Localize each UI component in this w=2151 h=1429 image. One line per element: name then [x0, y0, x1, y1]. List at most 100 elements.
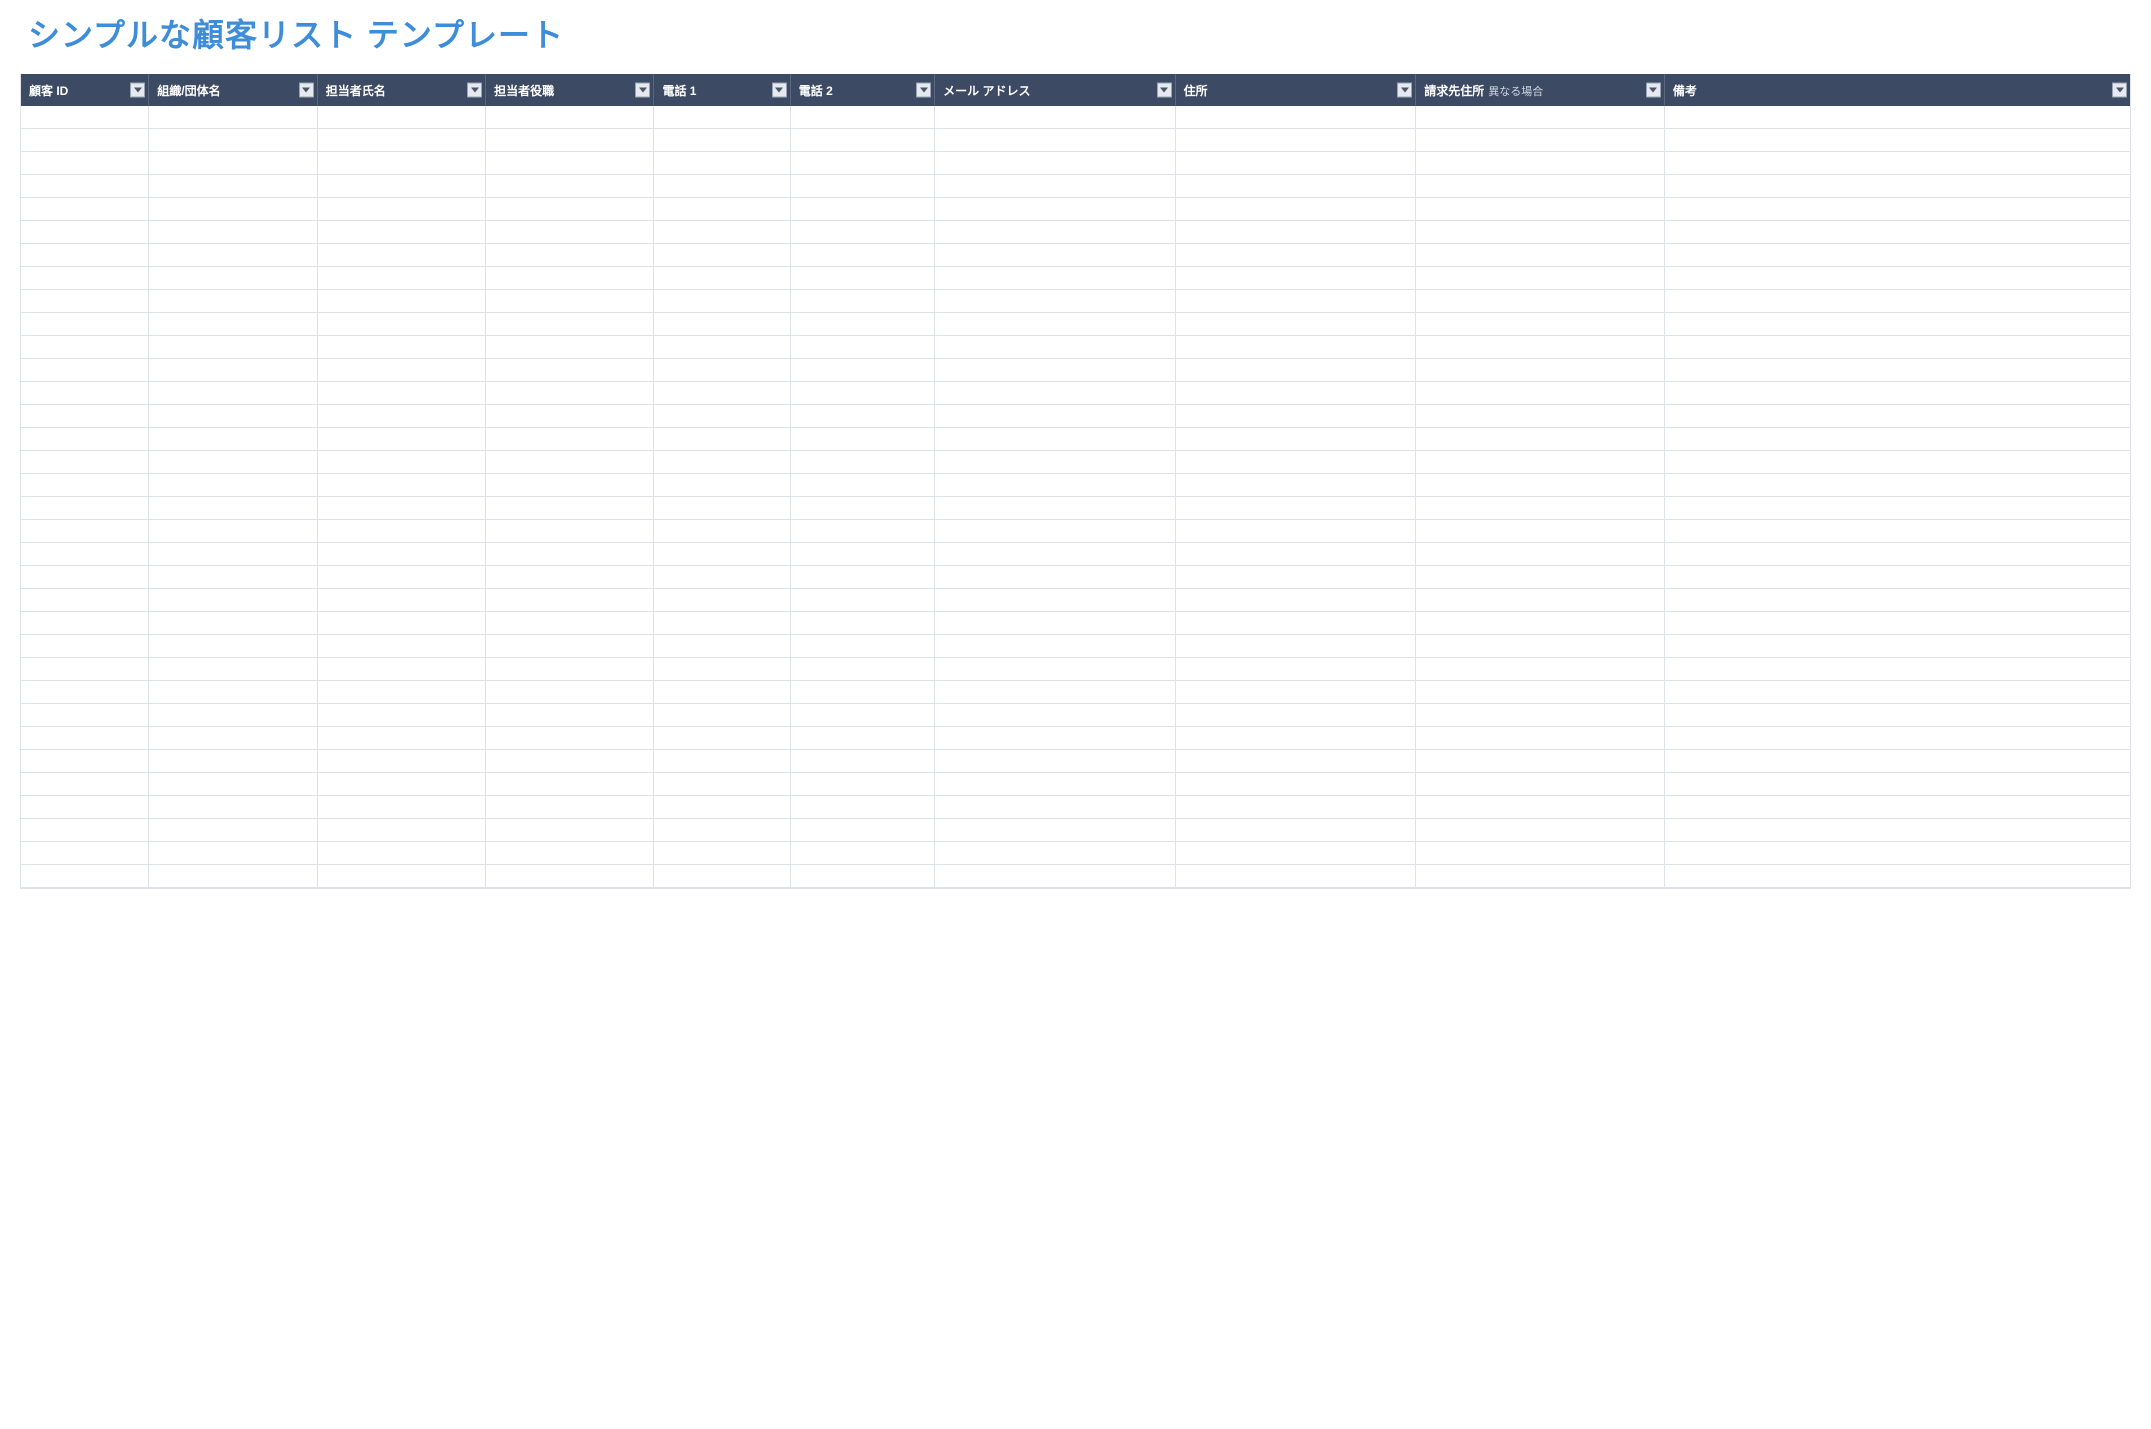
table-cell[interactable] [791, 474, 935, 497]
table-cell[interactable] [791, 566, 935, 589]
table-cell[interactable] [149, 796, 317, 819]
table-cell[interactable] [935, 336, 1176, 359]
table-cell[interactable] [1176, 543, 1417, 566]
table-cell[interactable] [1665, 796, 2130, 819]
table-cell[interactable] [21, 612, 149, 635]
table-cell[interactable] [21, 497, 149, 520]
table-cell[interactable] [21, 336, 149, 359]
table-cell[interactable] [791, 428, 935, 451]
table-cell[interactable] [318, 405, 486, 428]
table-cell[interactable] [654, 635, 790, 658]
table-cell[interactable] [318, 290, 486, 313]
table-cell[interactable] [935, 543, 1176, 566]
table-cell[interactable] [149, 681, 317, 704]
table-cell[interactable] [318, 842, 486, 865]
table-cell[interactable] [486, 336, 654, 359]
table-cell[interactable] [1416, 543, 1665, 566]
table-cell[interactable] [791, 221, 935, 244]
table-cell[interactable] [486, 727, 654, 750]
filter-dropdown-icon[interactable] [916, 83, 931, 98]
table-cell[interactable] [486, 796, 654, 819]
table-cell[interactable] [935, 474, 1176, 497]
filter-dropdown-icon[interactable] [1397, 83, 1412, 98]
table-cell[interactable] [1176, 635, 1417, 658]
table-cell[interactable] [1176, 589, 1417, 612]
table-cell[interactable] [935, 819, 1176, 842]
table-cell[interactable] [1665, 267, 2130, 290]
table-cell[interactable] [149, 106, 317, 129]
table-cell[interactable] [1416, 842, 1665, 865]
table-cell[interactable] [791, 244, 935, 267]
table-cell[interactable] [318, 451, 486, 474]
table-cell[interactable] [1176, 796, 1417, 819]
table-cell[interactable] [1665, 405, 2130, 428]
table-cell[interactable] [935, 566, 1176, 589]
table-cell[interactable] [935, 290, 1176, 313]
table-cell[interactable] [318, 198, 486, 221]
table-cell[interactable] [1665, 451, 2130, 474]
table-cell[interactable] [486, 175, 654, 198]
table-cell[interactable] [318, 359, 486, 382]
table-cell[interactable] [1176, 773, 1417, 796]
table-cell[interactable] [318, 658, 486, 681]
table-cell[interactable] [1176, 382, 1417, 405]
table-cell[interactable] [935, 359, 1176, 382]
table-cell[interactable] [935, 175, 1176, 198]
table-cell[interactable] [791, 267, 935, 290]
table-cell[interactable] [1665, 221, 2130, 244]
table-cell[interactable] [791, 865, 935, 888]
table-cell[interactable] [1176, 474, 1417, 497]
table-cell[interactable] [149, 727, 317, 750]
table-cell[interactable] [21, 221, 149, 244]
table-cell[interactable] [654, 267, 790, 290]
table-cell[interactable] [1176, 566, 1417, 589]
table-cell[interactable] [149, 244, 317, 267]
table-cell[interactable] [318, 865, 486, 888]
table-cell[interactable] [791, 106, 935, 129]
table-cell[interactable] [1416, 865, 1665, 888]
table-cell[interactable] [486, 451, 654, 474]
filter-dropdown-icon[interactable] [467, 83, 482, 98]
table-cell[interactable] [1665, 543, 2130, 566]
table-cell[interactable] [654, 382, 790, 405]
table-cell[interactable] [1416, 336, 1665, 359]
table-cell[interactable] [486, 681, 654, 704]
table-cell[interactable] [654, 520, 790, 543]
table-cell[interactable] [935, 704, 1176, 727]
table-cell[interactable] [1665, 842, 2130, 865]
table-cell[interactable] [149, 428, 317, 451]
table-cell[interactable] [1416, 635, 1665, 658]
table-cell[interactable] [318, 382, 486, 405]
table-cell[interactable] [1665, 198, 2130, 221]
table-cell[interactable] [935, 750, 1176, 773]
table-cell[interactable] [318, 221, 486, 244]
table-cell[interactable] [1416, 681, 1665, 704]
table-cell[interactable] [149, 865, 317, 888]
table-cell[interactable] [1176, 175, 1417, 198]
table-cell[interactable] [1665, 566, 2130, 589]
table-cell[interactable] [318, 520, 486, 543]
table-cell[interactable] [791, 681, 935, 704]
filter-dropdown-icon[interactable] [635, 83, 650, 98]
table-cell[interactable] [1416, 612, 1665, 635]
table-cell[interactable] [1416, 428, 1665, 451]
table-cell[interactable] [935, 635, 1176, 658]
table-cell[interactable] [654, 129, 790, 152]
table-cell[interactable] [1176, 681, 1417, 704]
table-cell[interactable] [654, 221, 790, 244]
table-cell[interactable] [791, 796, 935, 819]
table-cell[interactable] [486, 566, 654, 589]
table-cell[interactable] [149, 750, 317, 773]
table-cell[interactable] [791, 773, 935, 796]
table-cell[interactable] [1416, 129, 1665, 152]
table-cell[interactable] [21, 842, 149, 865]
table-cell[interactable] [1416, 566, 1665, 589]
table-cell[interactable] [21, 543, 149, 566]
table-cell[interactable] [486, 750, 654, 773]
table-cell[interactable] [149, 819, 317, 842]
table-cell[interactable] [935, 198, 1176, 221]
table-cell[interactable] [21, 382, 149, 405]
table-cell[interactable] [935, 382, 1176, 405]
table-cell[interactable] [149, 520, 317, 543]
table-cell[interactable] [149, 313, 317, 336]
